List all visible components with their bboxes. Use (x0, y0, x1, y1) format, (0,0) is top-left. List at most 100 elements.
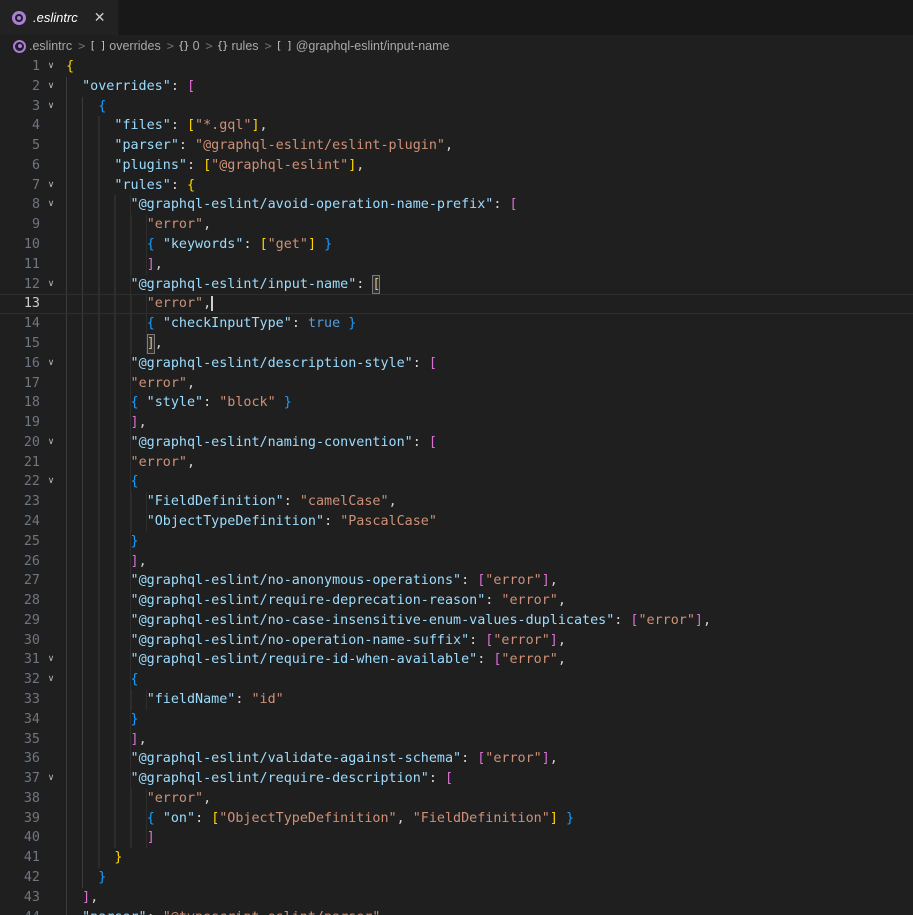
fold-chevron-icon[interactable]: ∨ (40, 769, 62, 789)
fold-chevron-icon[interactable]: ∨ (40, 77, 62, 97)
fold-chevron-icon[interactable]: ∨ (40, 433, 62, 453)
code-line[interactable]: 15], (0, 334, 913, 354)
token-str: "error" (131, 374, 187, 394)
code-line[interactable]: 12∨"@graphql-eslint/input-name": [ (0, 275, 913, 295)
code-line[interactable]: 17"error", (0, 374, 913, 394)
fold-spacer (40, 690, 62, 710)
code-line[interactable]: 34} (0, 710, 913, 730)
breadcrumb-item[interactable]: overrides (109, 39, 160, 53)
code-line[interactable]: 13"error", (0, 294, 913, 314)
line-number: 36 (0, 749, 40, 769)
fold-chevron-icon[interactable]: ∨ (40, 650, 62, 670)
breadcrumb-item[interactable]: 0 (193, 39, 200, 53)
code-line[interactable]: 9"error", (0, 215, 913, 235)
code-line[interactable]: 6"plugins": ["@graphql-eslint"], (0, 156, 913, 176)
code-line[interactable]: 38"error", (0, 789, 913, 809)
code-line[interactable]: 43], (0, 888, 913, 908)
code-text: "@graphql-eslint/require-deprecation-rea… (66, 591, 566, 611)
code-line[interactable]: 42} (0, 868, 913, 888)
code-line[interactable]: 14{ "checkInputType": true } (0, 314, 913, 334)
token-p: : (413, 433, 429, 453)
code-line[interactable]: 27"@graphql-eslint/no-anonymous-operatio… (0, 571, 913, 591)
line-number: 40 (0, 828, 40, 848)
code-line[interactable]: 41} (0, 848, 913, 868)
line-number: 7 (0, 176, 40, 196)
gutter: 40 (0, 828, 62, 848)
fold-spacer (40, 156, 62, 176)
code-line[interactable]: 26], (0, 552, 913, 572)
code-line[interactable]: 32∨{ (0, 670, 913, 690)
fold-chevron-icon[interactable]: ∨ (40, 176, 62, 196)
symbol-array-icon: [ ] (89, 40, 105, 52)
token-p: , (703, 611, 711, 631)
code-line[interactable]: 35], (0, 730, 913, 750)
fold-chevron-icon[interactable]: ∨ (40, 195, 62, 215)
fold-spacer (40, 512, 62, 532)
code-editor[interactable]: 1∨{2∨"overrides": [3∨{4"files": ["*.gql"… (0, 57, 913, 915)
fold-chevron-icon[interactable]: ∨ (40, 354, 62, 374)
token-b3: { (147, 235, 155, 255)
token-str: "error" (147, 294, 203, 314)
breadcrumb-item[interactable]: @graphql-eslint/input-name (296, 39, 450, 53)
fold-chevron-icon[interactable]: ∨ (40, 670, 62, 690)
code-line[interactable]: 24"ObjectTypeDefinition": "PascalCase" (0, 512, 913, 532)
code-line[interactable]: 36"@graphql-eslint/validate-against-sche… (0, 749, 913, 769)
code-line[interactable]: 18{ "style": "block" } (0, 393, 913, 413)
code-line[interactable]: 29"@graphql-eslint/no-case-insensitive-e… (0, 611, 913, 631)
code-line[interactable]: 31∨"@graphql-eslint/require-id-when-avai… (0, 650, 913, 670)
indent-guides (66, 670, 131, 690)
code-line[interactable]: 39{ "on": ["ObjectTypeDefinition", "Fiel… (0, 809, 913, 829)
line-number: 25 (0, 532, 40, 552)
token-str: "block" (219, 393, 275, 413)
code-line[interactable]: 22∨{ (0, 472, 913, 492)
fold-chevron-icon[interactable]: ∨ (40, 275, 62, 295)
fold-chevron-icon[interactable]: ∨ (40, 57, 62, 77)
code-line[interactable]: 1∨{ (0, 57, 913, 77)
line-number: 18 (0, 393, 40, 413)
code-line[interactable]: 19], (0, 413, 913, 433)
code-text: "parser": "@graphql-eslint/eslint-plugin… (66, 136, 453, 156)
fold-chevron-icon[interactable]: ∨ (40, 472, 62, 492)
fold-spacer (40, 631, 62, 651)
token-str: "error" (147, 789, 203, 809)
line-number: 20 (0, 433, 40, 453)
code-line[interactable]: 3∨{ (0, 97, 913, 117)
code-line[interactable]: 16∨"@graphql-eslint/description-style": … (0, 354, 913, 374)
indent-guides (66, 235, 147, 255)
code-text: } (66, 868, 106, 888)
code-line[interactable]: 40] (0, 828, 913, 848)
line-number: 29 (0, 611, 40, 631)
code-line[interactable]: 23"FieldDefinition": "camelCase", (0, 492, 913, 512)
code-line[interactable]: 21"error", (0, 453, 913, 473)
code-line[interactable]: 25} (0, 532, 913, 552)
code-line[interactable]: 30"@graphql-eslint/no-operation-name-suf… (0, 631, 913, 651)
code-line[interactable]: 2∨"overrides": [ (0, 77, 913, 97)
code-line[interactable]: 20∨"@graphql-eslint/naming-convention": … (0, 433, 913, 453)
line-number: 2 (0, 77, 40, 97)
token-p: : (284, 492, 300, 512)
breadcrumb-item[interactable]: rules (231, 39, 258, 53)
token-str: "camelCase" (300, 492, 389, 512)
code-line[interactable]: 8∨"@graphql-eslint/avoid-operation-name-… (0, 195, 913, 215)
token-b2: ] (542, 571, 550, 591)
indent-guides (66, 453, 131, 473)
matched-bracket: ] (147, 334, 155, 354)
code-line[interactable]: 4"files": ["*.gql"], (0, 116, 913, 136)
code-line[interactable]: 37∨"@graphql-eslint/require-description"… (0, 769, 913, 789)
eslint-file-icon (12, 11, 26, 25)
code-line[interactable]: 10{ "keywords": ["get"] } (0, 235, 913, 255)
fold-chevron-icon[interactable]: ∨ (40, 97, 62, 117)
code-line[interactable]: 28"@graphql-eslint/require-deprecation-r… (0, 591, 913, 611)
code-text: "@graphql-eslint/input-name": [ (66, 275, 380, 295)
code-line[interactable]: 44"parser": "@typescript-eslint/parser" (0, 908, 913, 915)
code-line[interactable]: 11], (0, 255, 913, 275)
fold-spacer (40, 294, 62, 314)
code-line[interactable]: 33"fieldName": "id" (0, 690, 913, 710)
token-b2: ] (131, 730, 139, 750)
code-line[interactable]: 7∨"rules": { (0, 176, 913, 196)
indent-guides (66, 195, 131, 215)
tab-eslintrc[interactable]: .eslintrc ✕ (0, 0, 119, 35)
breadcrumb-item[interactable]: .eslintrc (29, 39, 72, 53)
code-line[interactable]: 5"parser": "@graphql-eslint/eslint-plugi… (0, 136, 913, 156)
close-icon[interactable]: ✕ (94, 11, 106, 25)
